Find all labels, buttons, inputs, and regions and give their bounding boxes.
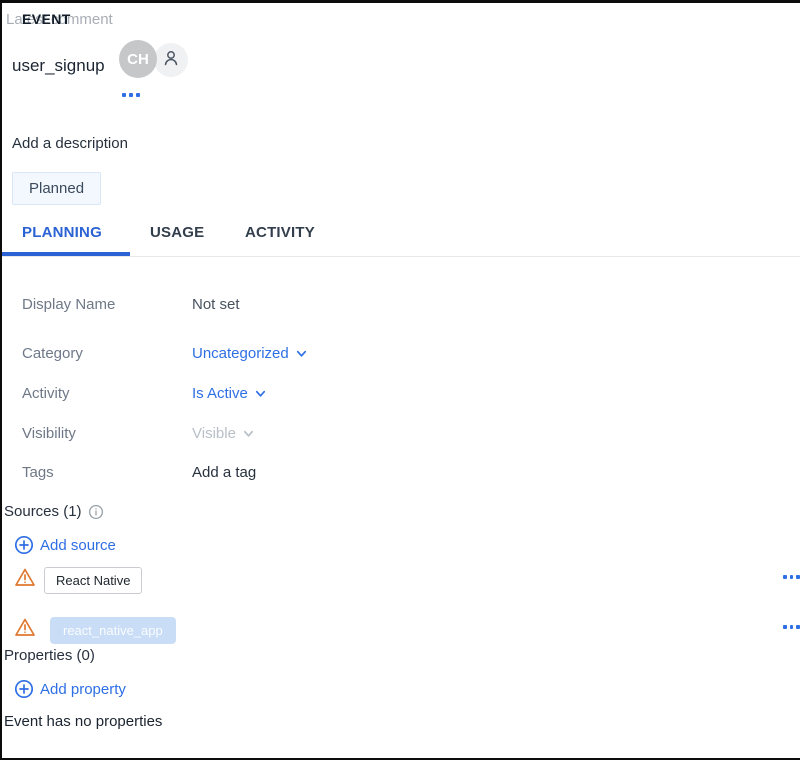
assign-user-button[interactable] (154, 43, 188, 77)
source-chip-label: React Native (56, 573, 130, 588)
activity-value: Is Active (192, 385, 248, 402)
sources-heading-label: Sources (1) (4, 503, 82, 520)
field-row-display-name: Display Name Not set (22, 295, 800, 313)
source-pill-label: react_native_app (63, 623, 163, 638)
chevron-down-icon (254, 387, 267, 400)
chevron-down-icon (295, 347, 308, 360)
visibility-dropdown[interactable]: Visible (192, 425, 255, 442)
properties-heading-label: Properties (0) (4, 647, 95, 664)
status-badge-label: Planned (29, 180, 84, 197)
chevron-down-icon (242, 427, 255, 440)
event-name-title: user_signup (12, 56, 105, 76)
circled-plus-icon (14, 679, 34, 699)
field-label: Activity (22, 385, 192, 402)
tab-divider (2, 256, 800, 257)
activity-dropdown[interactable]: Is Active (192, 385, 267, 402)
more-options-icon[interactable] (122, 93, 140, 97)
warning-icon (14, 567, 36, 593)
status-badge[interactable]: Planned (12, 172, 101, 205)
avatar-initials: CH (127, 51, 149, 68)
tab-planning[interactable]: PLANNING (22, 224, 102, 241)
field-label: Visibility (22, 425, 192, 442)
event-detail-panel: Latest comment EVENT user_signup CH Add … (2, 3, 800, 758)
source-chip[interactable]: React Native (44, 567, 142, 594)
field-row-visibility: Visibility Visible (22, 424, 800, 442)
add-source-button[interactable]: Add source (14, 535, 116, 555)
visibility-value: Visible (192, 425, 236, 442)
tab-activity[interactable]: ACTIVITY (245, 224, 315, 241)
field-row-activity: Activity Is Active (22, 384, 800, 402)
field-label: Display Name (22, 296, 192, 313)
field-row-category: Category Uncategorized (22, 344, 800, 362)
warning-icon (14, 617, 36, 643)
person-icon (161, 48, 181, 73)
add-description-field[interactable]: Add a description (12, 135, 128, 152)
source-selected-pill[interactable]: react_native_app (50, 617, 176, 644)
add-property-button[interactable]: Add property (14, 679, 126, 699)
properties-empty-message: Event has no properties (4, 713, 162, 730)
avatar[interactable]: CH (119, 40, 157, 78)
sources-section-heading: Sources (1) (4, 503, 104, 520)
source-more-options-icon[interactable] (783, 575, 800, 579)
add-tag-field[interactable]: Add a tag (192, 464, 256, 481)
info-icon[interactable] (88, 504, 104, 520)
event-type-label: EVENT (22, 11, 71, 27)
field-row-tags: Tags Add a tag (22, 463, 800, 481)
category-value: Uncategorized (192, 345, 289, 362)
display-name-value[interactable]: Not set (192, 296, 240, 313)
category-dropdown[interactable]: Uncategorized (192, 345, 308, 362)
circled-plus-icon (14, 535, 34, 555)
add-source-label: Add source (40, 537, 116, 554)
field-label: Category (22, 345, 192, 362)
properties-section-heading: Properties (0) (4, 647, 95, 664)
tab-usage[interactable]: USAGE (150, 224, 204, 241)
field-label: Tags (22, 464, 192, 481)
add-property-label: Add property (40, 681, 126, 698)
source-more-options-icon[interactable] (783, 625, 800, 629)
